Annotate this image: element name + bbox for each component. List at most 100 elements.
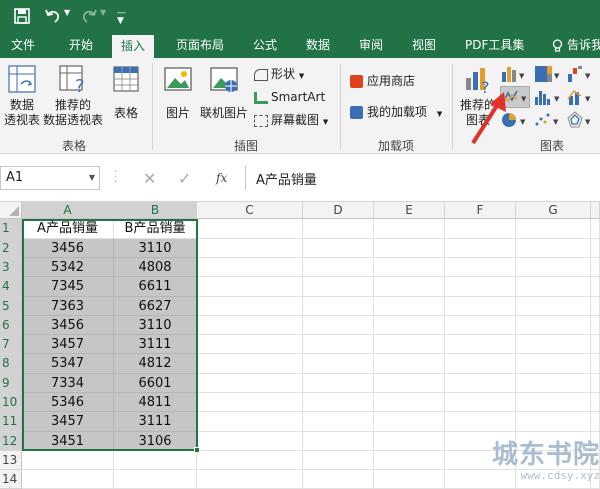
empty-cell[interactable] [197, 316, 303, 335]
empty-cell[interactable] [303, 277, 374, 297]
empty-cell[interactable] [114, 451, 197, 470]
empty-cell[interactable] [303, 451, 374, 470]
data-cell[interactable]: 4811 [114, 393, 197, 412]
statistic-chart-button[interactable]: ▼ [533, 87, 561, 107]
data-cell[interactable]: 3456 [22, 316, 114, 335]
empty-cell[interactable] [445, 219, 516, 239]
row-header[interactable]: 5 [0, 297, 22, 316]
empty-cell[interactable] [197, 393, 303, 412]
empty-cell[interactable] [303, 354, 374, 374]
row-header[interactable]: 2 [0, 239, 22, 258]
row-header[interactable]: 3 [0, 258, 22, 277]
data-cell[interactable]: 3111 [114, 335, 197, 354]
empty-cell[interactable] [303, 258, 374, 277]
empty-cell[interactable] [197, 239, 303, 258]
column-header[interactable]: D [303, 202, 374, 219]
data-cell[interactable]: 3110 [114, 239, 197, 258]
empty-cell[interactable] [516, 219, 591, 239]
empty-cell[interactable] [591, 297, 600, 316]
insert-function-icon[interactable]: fx [216, 171, 227, 185]
name-box-dropdown-icon[interactable]: ▼ [89, 173, 95, 182]
my-addins-button[interactable]: 我的加载项 ▼ [350, 104, 442, 122]
tab-formulas[interactable]: 公式 [253, 33, 277, 58]
column-header[interactable] [591, 202, 600, 219]
row-header[interactable]: 10 [0, 393, 22, 412]
cancel-icon[interactable]: ✕ [143, 169, 156, 188]
empty-cell[interactable] [303, 335, 374, 354]
empty-cell[interactable] [591, 412, 600, 432]
waterfall-chart-button[interactable]: ▼ [566, 64, 594, 84]
empty-cell[interactable] [445, 258, 516, 277]
row-header[interactable]: 8 [0, 354, 22, 374]
data-cell[interactable]: A产品销量 [22, 219, 114, 239]
row-header[interactable]: 7 [0, 335, 22, 354]
empty-cell[interactable] [303, 239, 374, 258]
empty-cell[interactable] [516, 297, 591, 316]
empty-cell[interactable] [197, 470, 303, 489]
empty-cell[interactable] [516, 277, 591, 297]
column-chart-button[interactable]: ▼ [500, 64, 528, 84]
data-cell[interactable]: 7334 [22, 374, 114, 393]
column-header[interactable]: F [445, 202, 516, 219]
empty-cell[interactable] [374, 258, 445, 277]
empty-cell[interactable] [197, 432, 303, 451]
empty-cell[interactable] [591, 374, 600, 393]
smartart-button[interactable]: SmartArt [254, 89, 325, 105]
name-box[interactable]: A1 ▼ [0, 166, 100, 190]
row-header[interactable]: 12 [0, 432, 22, 451]
data-cell[interactable]: 3106 [114, 432, 197, 451]
empty-cell[interactable] [591, 335, 600, 354]
row-header[interactable]: 11 [0, 412, 22, 432]
empty-cell[interactable] [374, 277, 445, 297]
empty-cell[interactable] [114, 470, 197, 489]
data-cell[interactable]: 6627 [114, 297, 197, 316]
empty-cell[interactable] [197, 277, 303, 297]
data-cell[interactable]: 4808 [114, 258, 197, 277]
tab-review[interactable]: 审阅 [359, 33, 383, 58]
data-cell[interactable]: 7363 [22, 297, 114, 316]
row-header[interactable]: 6 [0, 316, 22, 335]
empty-cell[interactable] [445, 412, 516, 432]
tab-page-layout[interactable]: 页面布局 [176, 33, 224, 58]
empty-cell[interactable] [516, 374, 591, 393]
empty-cell[interactable] [591, 277, 600, 297]
empty-cell[interactable] [303, 316, 374, 335]
empty-cell[interactable] [516, 316, 591, 335]
empty-cell[interactable] [445, 354, 516, 374]
empty-cell[interactable] [374, 374, 445, 393]
data-cell[interactable]: 7345 [22, 277, 114, 297]
redo-icon[interactable] [80, 7, 98, 25]
empty-cell[interactable] [591, 219, 600, 239]
row-header[interactable]: 9 [0, 374, 22, 393]
scatter-chart-button[interactable]: ▼ [533, 110, 561, 130]
undo-dropdown-icon[interactable]: ▼ [64, 8, 70, 17]
data-cell[interactable]: 3451 [22, 432, 114, 451]
tab-view[interactable]: 视图 [412, 33, 436, 58]
customize-qat-icon[interactable]: — ▼ [117, 9, 126, 26]
empty-cell[interactable] [303, 219, 374, 239]
row-header[interactable]: 4 [0, 277, 22, 297]
tab-file[interactable]: 文件 [11, 33, 35, 58]
empty-cell[interactable] [445, 335, 516, 354]
empty-cell[interactable] [197, 297, 303, 316]
empty-cell[interactable] [303, 470, 374, 489]
tab-insert[interactable]: 插入 [112, 35, 155, 58]
empty-cell[interactable] [445, 393, 516, 412]
empty-cell[interactable] [374, 335, 445, 354]
empty-cell[interactable] [591, 239, 600, 258]
recommended-pivot-button[interactable]: ? 推荐的 数据透视表 [42, 64, 104, 130]
empty-cell[interactable] [303, 297, 374, 316]
empty-cell[interactable] [197, 219, 303, 239]
empty-cell[interactable] [445, 316, 516, 335]
data-cell[interactable]: 5346 [22, 393, 114, 412]
empty-cell[interactable] [374, 470, 445, 489]
column-header[interactable]: G [516, 202, 591, 219]
empty-cell[interactable] [591, 258, 600, 277]
empty-cell[interactable] [445, 297, 516, 316]
empty-cell[interactable] [303, 412, 374, 432]
empty-cell[interactable] [22, 470, 114, 489]
empty-cell[interactable] [197, 354, 303, 374]
undo-icon[interactable] [44, 7, 62, 25]
redo-dropdown-icon[interactable]: ▼ [100, 8, 106, 17]
row-header[interactable]: 1 [0, 219, 22, 239]
